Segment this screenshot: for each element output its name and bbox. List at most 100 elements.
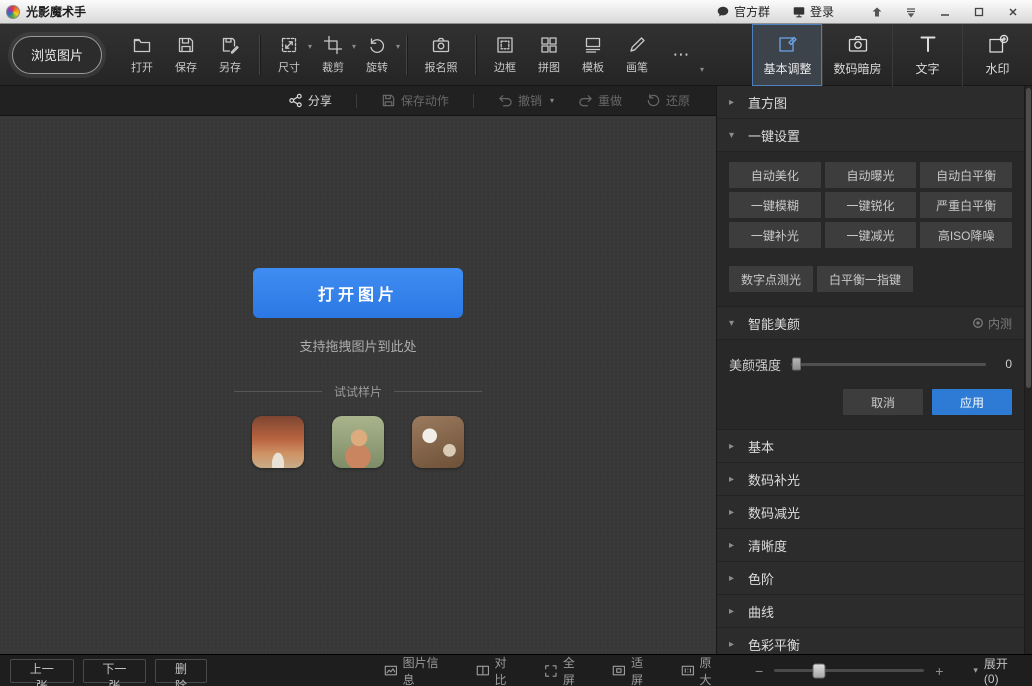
collage-button[interactable]: 拼图 bbox=[527, 28, 571, 82]
high-iso-denoise-button[interactable]: 高ISO降噪 bbox=[920, 222, 1012, 248]
zoom-out-button[interactable]: − bbox=[755, 663, 763, 679]
section-color-balance[interactable]: ▸ 色彩平衡 bbox=[717, 628, 1024, 654]
save-as-button[interactable]: 另存 bbox=[208, 28, 252, 82]
redo-button[interactable]: 重做 bbox=[578, 92, 622, 109]
login-button[interactable]: 登录 bbox=[792, 3, 834, 20]
sample-thumbnail-portrait[interactable] bbox=[332, 416, 384, 468]
more-tools-button[interactable]: ⋯ ▾ bbox=[659, 28, 703, 82]
crop-icon bbox=[323, 35, 343, 55]
one-key-sharpen-button[interactable]: 一键锐化 bbox=[825, 192, 917, 218]
fullscreen-button[interactable]: 全屏 bbox=[544, 654, 586, 686]
save-label: 保存 bbox=[175, 59, 197, 75]
auto-white-balance-button[interactable]: 自动白平衡 bbox=[920, 162, 1012, 188]
rotate-dropdown-caret-icon[interactable]: ▾ bbox=[396, 42, 400, 51]
next-image-button[interactable]: 下一张 bbox=[83, 659, 147, 683]
undo-icon bbox=[498, 93, 513, 108]
beauty-apply-button[interactable]: 应用 bbox=[932, 389, 1012, 415]
left-column: 分享 保存动作 撤销 ▾ 重做 bbox=[0, 86, 716, 654]
drag-hint-text: 支持拖拽图片到此处 bbox=[299, 336, 416, 355]
more-dropdown-caret-icon[interactable]: ▾ bbox=[700, 65, 704, 74]
close-button[interactable] bbox=[1000, 2, 1026, 22]
previous-image-button[interactable]: 上一张 bbox=[10, 659, 74, 683]
collage-label: 拼图 bbox=[538, 59, 560, 75]
crop-button[interactable]: 裁剪 ▾ bbox=[311, 28, 355, 82]
section-basic-label: 基本 bbox=[748, 437, 774, 456]
undo-button[interactable]: 撤销 ▾ bbox=[498, 92, 554, 109]
expand-button[interactable]: ▾ 展开(0) bbox=[973, 655, 1022, 686]
severe-white-balance-button[interactable]: 严重白平衡 bbox=[920, 192, 1012, 218]
open-image-button[interactable]: 打开图片 bbox=[253, 268, 463, 318]
border-icon bbox=[495, 35, 515, 55]
section-levels[interactable]: ▸ 色阶 bbox=[717, 562, 1024, 595]
template-icon bbox=[583, 35, 603, 55]
expand-caret-icon: ▾ bbox=[973, 665, 978, 676]
fit-screen-icon bbox=[612, 664, 626, 678]
skin-button[interactable] bbox=[898, 2, 924, 22]
text-icon bbox=[917, 33, 939, 55]
crop-label: 裁剪 bbox=[322, 59, 344, 75]
minimize-button[interactable] bbox=[932, 2, 958, 22]
sample-thumbnail-flatlay[interactable] bbox=[412, 416, 464, 468]
section-basic[interactable]: ▸ 基本 bbox=[717, 430, 1024, 463]
beauty-cancel-button[interactable]: 取消 bbox=[843, 389, 923, 415]
auto-exposure-button[interactable]: 自动曝光 bbox=[825, 162, 917, 188]
tab-text[interactable]: 文字 bbox=[892, 24, 962, 86]
compare-label: 对比 bbox=[495, 654, 519, 686]
panel-scrollbar[interactable] bbox=[1024, 86, 1032, 654]
one-key-dim-light-button[interactable]: 一键减光 bbox=[825, 222, 917, 248]
section-one-key-settings[interactable]: ▾ 一键设置 bbox=[717, 119, 1024, 152]
share-button[interactable]: 分享 bbox=[288, 92, 332, 109]
app-body: 分享 保存动作 撤销 ▾ 重做 bbox=[0, 86, 1032, 654]
one-key-blur-button[interactable]: 一键模糊 bbox=[729, 192, 821, 218]
beauty-strength-slider[interactable] bbox=[791, 363, 986, 366]
toolbar-separator bbox=[406, 35, 407, 75]
delete-image-button[interactable]: 删除 bbox=[155, 659, 207, 683]
tab-watermark[interactable]: 水印 bbox=[962, 24, 1032, 86]
section-curves[interactable]: ▸ 曲线 bbox=[717, 595, 1024, 628]
tab-basic-adjust[interactable]: 基本调整 bbox=[752, 24, 822, 86]
fit-screen-button[interactable]: 适屏 bbox=[612, 654, 654, 686]
id-photo-button[interactable]: 报名照 bbox=[414, 28, 468, 82]
official-group-button[interactable]: 官方群 bbox=[716, 3, 770, 20]
maximize-button[interactable] bbox=[966, 2, 992, 22]
section-digital-fill-light-label: 数码补光 bbox=[748, 470, 800, 489]
more-icon: ⋯ bbox=[673, 48, 690, 62]
id-photo-icon bbox=[431, 35, 451, 55]
section-one-key-label: 一键设置 bbox=[748, 126, 800, 145]
brush-button[interactable]: 画笔 bbox=[615, 28, 659, 82]
browse-images-button[interactable]: 浏览图片 bbox=[12, 36, 102, 74]
beauty-strength-slider-thumb[interactable] bbox=[792, 358, 801, 371]
border-button[interactable]: 边框 bbox=[483, 28, 527, 82]
zoom-slider[interactable] bbox=[774, 669, 924, 672]
resize-button[interactable]: 尺寸 ▾ bbox=[267, 28, 311, 82]
section-digital-dim-light[interactable]: ▸ 数码减光 bbox=[717, 496, 1024, 529]
share-icon bbox=[288, 93, 303, 108]
maximize-icon bbox=[973, 6, 985, 18]
rotate-button[interactable]: 旋转 ▾ bbox=[355, 28, 399, 82]
section-smart-beauty[interactable]: ▾ 智能美颜 内测 bbox=[717, 307, 1024, 340]
image-canvas[interactable]: 打开图片 支持拖拽图片到此处 试试样片 bbox=[0, 116, 716, 654]
save-button[interactable]: 保存 bbox=[164, 28, 208, 82]
image-info-button[interactable]: 图片信息 bbox=[384, 654, 450, 686]
zoom-slider-thumb[interactable] bbox=[813, 663, 826, 678]
minimize-icon bbox=[939, 6, 951, 18]
template-button[interactable]: 模板 bbox=[571, 28, 615, 82]
tab-darkroom[interactable]: 数码暗房 bbox=[822, 24, 892, 86]
auto-beautify-button[interactable]: 自动美化 bbox=[729, 162, 821, 188]
compare-button[interactable]: 对比 bbox=[476, 654, 518, 686]
digital-spot-metering-button[interactable]: 数字点测光 bbox=[729, 266, 813, 292]
original-size-button[interactable]: 原大 bbox=[681, 654, 723, 686]
save-action-button[interactable]: 保存动作 bbox=[381, 92, 449, 109]
zoom-in-button[interactable]: + bbox=[935, 663, 943, 679]
restore-button[interactable]: 还原 bbox=[646, 92, 690, 109]
section-histogram[interactable]: ▸ 直方图 bbox=[717, 86, 1024, 119]
section-digital-fill-light[interactable]: ▸ 数码补光 bbox=[717, 463, 1024, 496]
undo-dropdown-caret-icon[interactable]: ▾ bbox=[550, 96, 554, 105]
white-balance-one-touch-button[interactable]: 白平衡一指键 bbox=[817, 266, 913, 292]
panel-scrollbar-thumb[interactable] bbox=[1026, 88, 1031, 388]
sample-thumbnail-canyon[interactable] bbox=[252, 416, 304, 468]
one-key-fill-light-button[interactable]: 一键补光 bbox=[729, 222, 821, 248]
boss-key-button[interactable] bbox=[864, 2, 890, 22]
open-button[interactable]: 打开 bbox=[120, 28, 164, 82]
section-clarity[interactable]: ▸ 清晰度 bbox=[717, 529, 1024, 562]
